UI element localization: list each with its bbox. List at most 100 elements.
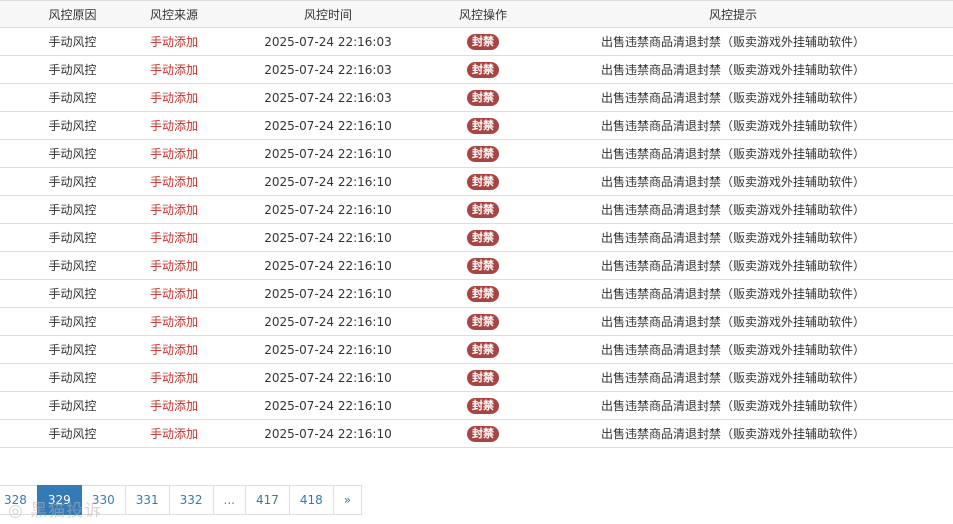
reason-cell: 手动风控 bbox=[0, 195, 145, 224]
table-row: 手动风控 手动添加 2025-07-24 22:16:10 封禁 出售违禁商品清退封禁（… bbox=[0, 391, 953, 420]
ban-badge: 封禁 bbox=[467, 257, 499, 274]
tip-cell: 出售违禁商品清退封禁（贩卖游戏外挂辅助软件） bbox=[513, 27, 953, 56]
page-link-417[interactable]: 417 bbox=[244, 485, 290, 515]
action-cell: 封禁 bbox=[453, 195, 513, 224]
tip-cell: 出售违禁商品清退封禁（贩卖游戏外挂辅助软件） bbox=[513, 279, 953, 308]
reason-cell: 手动风控 bbox=[0, 279, 145, 308]
tip-cell: 出售违禁商品清退封禁（贩卖游戏外挂辅助软件） bbox=[513, 167, 953, 196]
page-link-328[interactable]: 328 bbox=[0, 485, 38, 515]
table-row: 手动风控 手动添加 2025-07-24 22:16:10 封禁 出售违禁商品清退封禁（… bbox=[0, 279, 953, 308]
ban-badge: 封禁 bbox=[467, 425, 499, 442]
time-cell: 2025-07-24 22:16:10 bbox=[203, 251, 453, 280]
ban-badge: 封禁 bbox=[467, 369, 499, 386]
tip-cell: 出售违禁商品清退封禁（贩卖游戏外挂辅助软件） bbox=[513, 83, 953, 112]
tip-cell: 出售违禁商品清退封禁（贩卖游戏外挂辅助软件） bbox=[513, 251, 953, 280]
table-row: 手动风控 手动添加 2025-07-24 22:16:03 封禁 出售违禁商品清退封禁（… bbox=[0, 55, 953, 84]
source-cell: 手动添加 bbox=[145, 419, 203, 448]
table-row: 手动风控 手动添加 2025-07-24 22:16:10 封禁 出售违禁商品清退封禁（… bbox=[0, 363, 953, 392]
tip-cell: 出售违禁商品清退封禁（贩卖游戏外挂辅助软件） bbox=[513, 111, 953, 140]
table-header: 风控原因 风控来源 风控时间 风控操作 风控提示 bbox=[0, 0, 953, 28]
ban-badge: 封禁 bbox=[467, 397, 499, 414]
ban-badge: 封禁 bbox=[467, 201, 499, 218]
time-cell: 2025-07-24 22:16:10 bbox=[203, 195, 453, 224]
time-cell: 2025-07-24 22:16:10 bbox=[203, 223, 453, 252]
source-cell: 手动添加 bbox=[145, 139, 203, 168]
source-cell: 手动添加 bbox=[145, 111, 203, 140]
time-cell: 2025-07-24 22:16:10 bbox=[203, 139, 453, 168]
tip-cell: 出售违禁商品清退封禁（贩卖游戏外挂辅助软件） bbox=[513, 139, 953, 168]
source-cell: 手动添加 bbox=[145, 391, 203, 420]
reason-cell: 手动风控 bbox=[0, 55, 145, 84]
time-cell: 2025-07-24 22:16:03 bbox=[203, 55, 453, 84]
source-cell: 手动添加 bbox=[145, 27, 203, 56]
action-cell: 封禁 bbox=[453, 419, 513, 448]
pagination: 328 329 330 331 332... 417 418» bbox=[0, 485, 363, 515]
action-cell: 封禁 bbox=[453, 139, 513, 168]
header-row: 风控原因 风控来源 风控时间 风控操作 风控提示 bbox=[0, 0, 953, 28]
source-cell: 手动添加 bbox=[145, 335, 203, 364]
ban-badge: 封禁 bbox=[467, 341, 499, 358]
table-row: 手动风控 手动添加 2025-07-24 22:16:10 封禁 出售违禁商品清退封禁（… bbox=[0, 167, 953, 196]
page-link-418[interactable]: 418 bbox=[288, 485, 334, 515]
risk-control-table: 风控原因 风控来源 风控时间 风控操作 风控提示 手动风控 手动添加 2025-07… bbox=[0, 0, 953, 448]
reason-cell: 手动风控 bbox=[0, 139, 145, 168]
action-cell: 封禁 bbox=[453, 391, 513, 420]
page-ellipsis[interactable]: ... bbox=[212, 485, 246, 515]
time-cell: 2025-07-24 22:16:10 bbox=[203, 363, 453, 392]
time-cell: 2025-07-24 22:16:03 bbox=[203, 83, 453, 112]
page-link-331[interactable]: 331 bbox=[124, 485, 170, 515]
reason-cell: 手动风控 bbox=[0, 27, 145, 56]
ban-badge: 封禁 bbox=[467, 61, 499, 78]
reason-cell: 手动风控 bbox=[0, 335, 145, 364]
reason-cell: 手动风控 bbox=[0, 111, 145, 140]
table-row: 手动风控 手动添加 2025-07-24 22:16:10 封禁 出售违禁商品清退封禁（… bbox=[0, 223, 953, 252]
ban-badge: 封禁 bbox=[467, 229, 499, 246]
tip-cell: 出售违禁商品清退封禁（贩卖游戏外挂辅助软件） bbox=[513, 195, 953, 224]
time-cell: 2025-07-24 22:16:10 bbox=[203, 419, 453, 448]
time-cell: 2025-07-24 22:16:10 bbox=[203, 111, 453, 140]
time-cell: 2025-07-24 22:16:10 bbox=[203, 307, 453, 336]
header-tip: 风控提示 bbox=[513, 0, 953, 28]
reason-cell: 手动风控 bbox=[0, 251, 145, 280]
reason-cell: 手动风控 bbox=[0, 83, 145, 112]
table-row: 手动风控 手动添加 2025-07-24 22:16:03 封禁 出售违禁商品清退封禁（… bbox=[0, 83, 953, 112]
table-row: 手动风控 手动添加 2025-07-24 22:16:10 封禁 出售违禁商品清退封禁（… bbox=[0, 335, 953, 364]
tip-cell: 出售违禁商品清退封禁（贩卖游戏外挂辅助软件） bbox=[513, 391, 953, 420]
table-row: 手动风控 手动添加 2025-07-24 22:16:10 封禁 出售违禁商品清退封禁（… bbox=[0, 111, 953, 140]
source-cell: 手动添加 bbox=[145, 251, 203, 280]
reason-cell: 手动风控 bbox=[0, 167, 145, 196]
action-cell: 封禁 bbox=[453, 307, 513, 336]
source-cell: 手动添加 bbox=[145, 279, 203, 308]
reason-cell: 手动风控 bbox=[0, 419, 145, 448]
page-link-current[interactable]: 329 bbox=[36, 485, 82, 515]
table-row: 手动风控 手动添加 2025-07-24 22:16:03 封禁 出售违禁商品清退封禁（… bbox=[0, 27, 953, 56]
time-cell: 2025-07-24 22:16:10 bbox=[203, 335, 453, 364]
header-reason: 风控原因 bbox=[0, 0, 145, 28]
action-cell: 封禁 bbox=[453, 111, 513, 140]
tip-cell: 出售违禁商品清退封禁（贩卖游戏外挂辅助软件） bbox=[513, 307, 953, 336]
source-cell: 手动添加 bbox=[145, 167, 203, 196]
action-cell: 封禁 bbox=[453, 83, 513, 112]
table-row: 手动风控 手动添加 2025-07-24 22:16:10 封禁 出售违禁商品清退封禁（… bbox=[0, 139, 953, 168]
source-cell: 手动添加 bbox=[145, 307, 203, 336]
time-cell: 2025-07-24 22:16:10 bbox=[203, 391, 453, 420]
tip-cell: 出售违禁商品清退封禁（贩卖游戏外挂辅助软件） bbox=[513, 335, 953, 364]
source-cell: 手动添加 bbox=[145, 195, 203, 224]
tip-cell: 出售违禁商品清退封禁（贩卖游戏外挂辅助软件） bbox=[513, 419, 953, 448]
action-cell: 封禁 bbox=[453, 279, 513, 308]
table-row: 手动风控 手动添加 2025-07-24 22:16:10 封禁 出售违禁商品清退封禁（… bbox=[0, 307, 953, 336]
action-cell: 封禁 bbox=[453, 27, 513, 56]
action-cell: 封禁 bbox=[453, 167, 513, 196]
source-cell: 手动添加 bbox=[145, 83, 203, 112]
action-cell: 封禁 bbox=[453, 223, 513, 252]
ban-badge: 封禁 bbox=[467, 117, 499, 134]
page-link-330[interactable]: 330 bbox=[80, 485, 126, 515]
page: 风控原因 风控来源 风控时间 风控操作 风控提示 手动风控 手动添加 2025-07… bbox=[0, 0, 953, 524]
table-row: 手动风控 手动添加 2025-07-24 22:16:10 封禁 出售违禁商品清退封禁（… bbox=[0, 419, 953, 448]
page-link-332[interactable]: 332 bbox=[168, 485, 214, 515]
action-cell: 封禁 bbox=[453, 363, 513, 392]
next-page-button[interactable]: » bbox=[332, 485, 363, 515]
tip-cell: 出售违禁商品清退封禁（贩卖游戏外挂辅助软件） bbox=[513, 223, 953, 252]
ban-badge: 封禁 bbox=[467, 145, 499, 162]
table-body: 手动风控 手动添加 2025-07-24 22:16:03 封禁 出售违禁商品清退封禁（… bbox=[0, 27, 953, 448]
